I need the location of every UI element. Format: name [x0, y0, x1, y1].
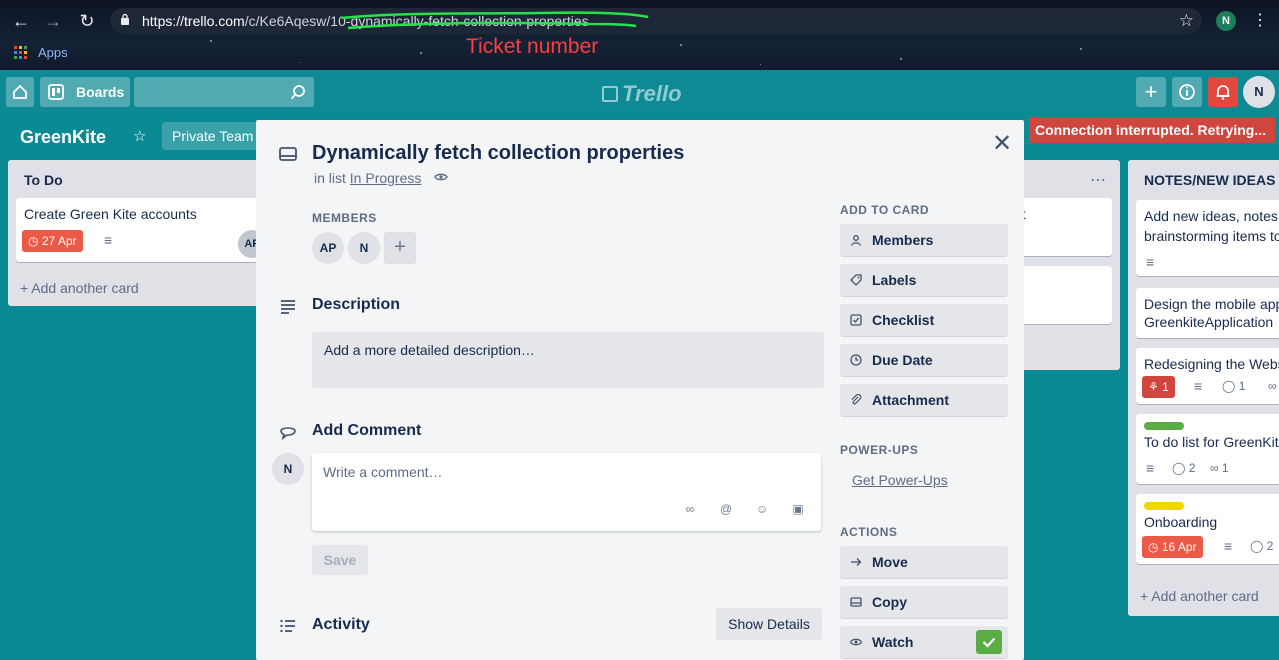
- copy-button[interactable]: Copy: [840, 586, 1008, 618]
- close-icon[interactable]: ✕: [990, 132, 1014, 156]
- paperclip-icon: [851, 394, 862, 405]
- copy-card-icon: [850, 597, 862, 607]
- person-icon: [850, 235, 862, 246]
- in-list-prefix: in list: [314, 170, 346, 186]
- info-icon: [1179, 84, 1195, 100]
- arrow-right-icon: [851, 558, 862, 566]
- move-label: Move: [872, 554, 908, 570]
- watch-button[interactable]: Watch: [840, 626, 1008, 658]
- members-button[interactable]: Members: [840, 224, 1008, 256]
- card-icon: [279, 147, 297, 161]
- add-comment-heading: Add Comment: [312, 422, 422, 439]
- apps-grid-icon[interactable]: [14, 46, 27, 59]
- labels-button[interactable]: Labels: [840, 264, 1008, 296]
- boards-label: Boards: [76, 84, 125, 100]
- browser-menu-icon[interactable]: ⋮: [1252, 10, 1268, 30]
- actions-heading: ACTIONS: [840, 525, 898, 539]
- boards-button[interactable]: Boards: [40, 77, 130, 107]
- card-detail-modal: ✕ Dynamically fetch collection propertie…: [256, 120, 1024, 660]
- info-button[interactable]: [1172, 77, 1202, 107]
- comment-icon: [280, 427, 296, 441]
- address-bar[interactable]: https://trello.com/c/Ke6Aqesw/10-dynamic…: [110, 8, 1202, 34]
- power-ups-heading: POWER-UPS: [840, 443, 919, 457]
- bookmark-star-icon[interactable]: ☆: [1179, 11, 1194, 31]
- user-avatar[interactable]: N: [1243, 76, 1275, 108]
- bell-icon: [1216, 85, 1230, 100]
- browser-chrome: ← → ↻ https://trello.com/c/Ke6Aqesw/10-d…: [0, 0, 1279, 70]
- card-list-location: in list In Progress: [314, 170, 421, 186]
- due-date-button[interactable]: Due Date: [840, 344, 1008, 376]
- annotation-scribble: [341, 11, 649, 30]
- back-arrow-icon[interactable]: ←: [10, 10, 32, 32]
- forward-arrow-icon[interactable]: →: [42, 10, 64, 32]
- home-icon: [13, 84, 27, 99]
- apps-bookmark[interactable]: Apps: [38, 45, 68, 60]
- save-comment-button[interactable]: Save: [312, 545, 368, 575]
- comment-input[interactable]: Write a comment… ∞ @ ☺ ▣: [312, 453, 821, 531]
- trello-logo-text: Trello: [622, 81, 682, 106]
- mention-icon[interactable]: @: [720, 503, 732, 515]
- url-host: https://trello.com: [142, 13, 245, 29]
- description-icon: [281, 300, 295, 314]
- description-heading: Description: [312, 296, 401, 313]
- search-icon: [290, 85, 305, 100]
- watch-label: Watch: [872, 634, 914, 650]
- labels-label: Labels: [872, 272, 917, 288]
- create-button[interactable]: +: [1136, 77, 1166, 107]
- checklist-icon: [850, 314, 862, 326]
- eye-icon: [850, 638, 862, 646]
- ticket-number-annotation: Ticket number: [466, 35, 599, 58]
- reload-icon[interactable]: ↻: [76, 10, 98, 32]
- due-date-label: Due Date: [872, 352, 933, 368]
- label-icon: [850, 274, 862, 286]
- board-search-input[interactable]: [134, 77, 314, 107]
- list-name-link[interactable]: In Progress: [350, 170, 422, 186]
- members-label: Members: [872, 232, 934, 248]
- move-button[interactable]: Move: [840, 546, 1008, 578]
- trello-header: Boards Trello + N: [0, 70, 1279, 114]
- add-member-button[interactable]: +: [384, 232, 416, 264]
- watching-check-icon: [976, 630, 1002, 654]
- show-details-button[interactable]: Show Details: [716, 608, 822, 640]
- copy-label: Copy: [872, 594, 907, 610]
- checklist-label: Checklist: [872, 312, 935, 328]
- member-avatar-n[interactable]: N: [348, 232, 380, 264]
- activity-icon: [280, 619, 295, 633]
- description-placeholder: Add a more detailed description…: [324, 342, 535, 358]
- attachment-icon[interactable]: ∞: [684, 503, 696, 515]
- watch-eye-icon: [434, 173, 448, 181]
- emoji-icon[interactable]: ☺: [756, 503, 768, 515]
- card-title[interactable]: Dynamically fetch collection properties: [312, 142, 684, 165]
- boards-icon: [48, 84, 64, 100]
- plus-icon: +: [1144, 79, 1158, 104]
- get-power-ups-link[interactable]: Get Power-Ups: [852, 472, 948, 488]
- clock-icon: [850, 354, 862, 366]
- home-button[interactable]: [6, 77, 34, 107]
- checklist-button[interactable]: Checklist: [840, 304, 1008, 336]
- card-link-icon[interactable]: ▣: [792, 503, 804, 515]
- lock-icon: [121, 13, 129, 25]
- attachment-label: Attachment: [872, 392, 950, 408]
- description-editor[interactable]: Add a more detailed description…: [312, 332, 824, 388]
- trello-logo-icon: [602, 86, 618, 102]
- comment-placeholder: Write a comment…: [323, 464, 443, 480]
- activity-heading: Activity: [312, 616, 370, 633]
- member-avatar-ap[interactable]: AP: [312, 232, 344, 264]
- members-heading: MEMBERS: [312, 211, 377, 225]
- browser-profile-avatar[interactable]: N: [1216, 11, 1236, 31]
- trello-logo[interactable]: Trello: [602, 81, 682, 107]
- notifications-button[interactable]: [1208, 77, 1238, 107]
- add-to-card-heading: ADD TO CARD: [840, 203, 930, 217]
- attachment-button[interactable]: Attachment: [840, 384, 1008, 416]
- commenter-avatar: N: [272, 453, 304, 485]
